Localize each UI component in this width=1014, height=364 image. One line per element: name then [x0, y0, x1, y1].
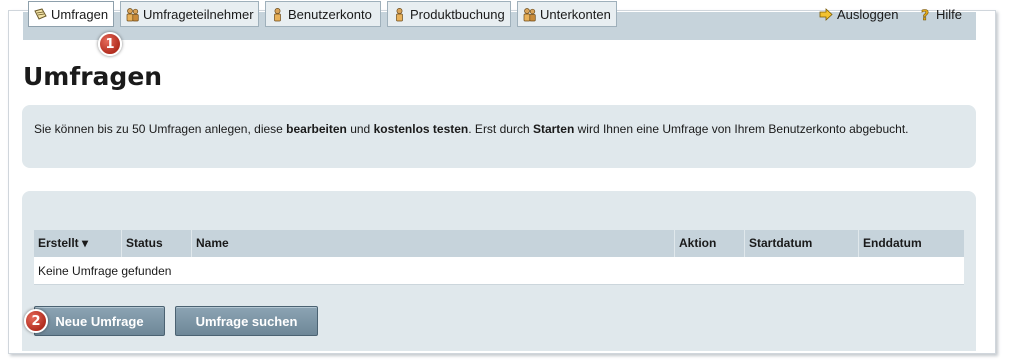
info-box: Sie können bis zu 50 Umfragen anlegen, d… — [22, 105, 976, 168]
callout-badge-1: 1 — [98, 32, 122, 56]
subaccounts-icon — [522, 7, 537, 22]
info-text: und — [346, 122, 374, 136]
product-booking-icon — [392, 7, 407, 22]
nav-tab-label: Unterkonten — [540, 6, 611, 22]
user-account-icon — [270, 7, 285, 22]
info-text-bold: Starten — [532, 122, 575, 136]
nav-tab-label: Benutzerkonto — [288, 6, 372, 22]
logout-link[interactable]: Ausloggen — [819, 5, 898, 23]
logout-arrow-icon — [819, 7, 834, 22]
search-survey-button-label: Umfrage suchen — [195, 313, 298, 329]
help-question-icon: ? — [918, 7, 933, 24]
new-survey-button-label: Neue Umfrage — [55, 313, 144, 329]
survey-icon — [33, 7, 48, 22]
help-label: Hilfe — [936, 6, 963, 22]
info-text: . Erst durch — [468, 122, 533, 136]
nav-tab-umfrageteilnehmer[interactable]: Umfrageteilnehmer — [120, 1, 259, 27]
nav-tab-produktbuchung[interactable]: Produktbuchung — [387, 1, 511, 27]
participants-icon — [125, 7, 140, 22]
nav-tab-unterkonten[interactable]: Unterkonten — [517, 1, 617, 27]
help-link[interactable]: ? Hilfe — [918, 5, 963, 24]
survey-table: Erstellt ▾ Status Name Aktion Startdatum… — [34, 230, 964, 285]
nav-tab-umfragen[interactable]: Umfragen — [28, 1, 114, 27]
svg-text:?: ? — [921, 8, 929, 22]
nav-tab-label: Umfragen — [51, 6, 109, 22]
search-survey-button[interactable]: Umfrage suchen — [175, 306, 318, 336]
info-text: Sie können bis zu 50 Umfragen anlegen, d… — [34, 122, 287, 136]
column-header-erstellt[interactable]: Erstellt ▾ — [34, 230, 122, 257]
table-header: Erstellt ▾ Status Name Aktion Startdatum… — [34, 230, 964, 257]
callout-badge-2: 2 — [24, 309, 48, 333]
column-header-name[interactable]: Name — [192, 230, 675, 257]
nav-tab-benutzerkonto[interactable]: Benutzerkonto — [265, 1, 381, 27]
nav-tab-label: Produktbuchung — [410, 6, 505, 22]
info-text-bold: bearbeiten — [286, 122, 347, 136]
info-text-bold: kostenlos testen — [373, 122, 469, 136]
info-text: wird Ihnen eine Umfrage von Ihrem Benutz… — [574, 122, 909, 136]
new-survey-button[interactable]: Neue Umfrage — [34, 306, 165, 336]
column-header-status[interactable]: Status — [122, 230, 192, 257]
logout-label: Ausloggen — [837, 6, 899, 22]
nav-tab-label: Umfrageteilnehmer — [143, 6, 254, 22]
page-title: Umfragen — [23, 62, 163, 91]
column-header-aktion: Aktion — [675, 230, 745, 257]
column-header-enddatum[interactable]: Enddatum — [859, 230, 964, 257]
column-header-startdatum[interactable]: Startdatum — [745, 230, 859, 257]
table-empty-row: Keine Umfrage gefunden — [34, 257, 964, 285]
